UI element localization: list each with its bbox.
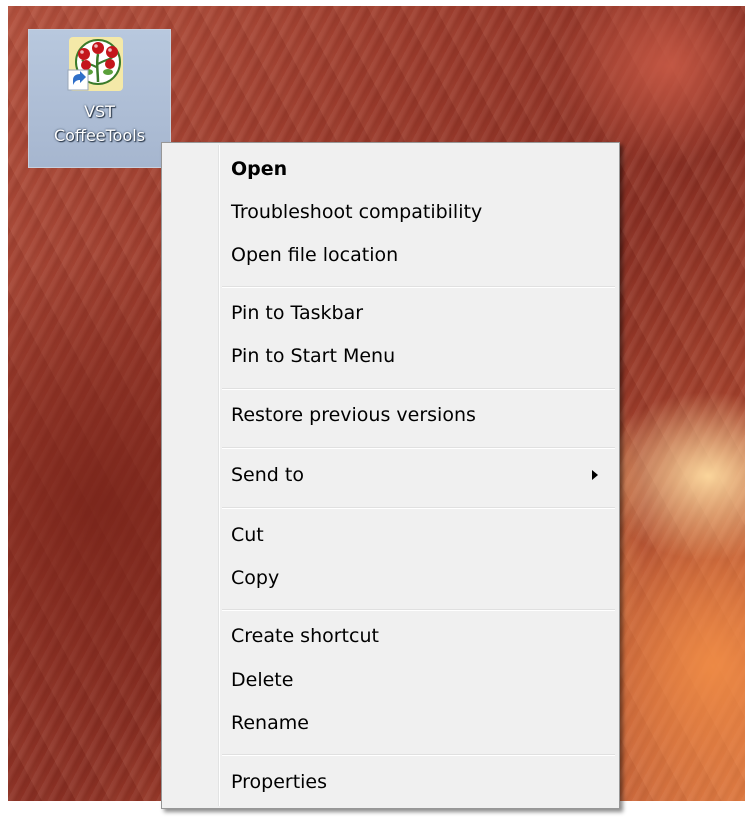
menu-item-copy[interactable]: Copy [165, 558, 616, 598]
shortcut-arrow-icon [67, 69, 89, 91]
menu-item-restore-label: Restore previous versions [231, 404, 476, 426]
menu-item-rename-label: Rename [231, 712, 309, 734]
context-menu: Open Troubleshoot compatibility Open fil… [161, 142, 620, 809]
menu-item-troubleshoot-label: Troubleshoot compatibility [231, 201, 483, 223]
menu-item-pin-start-label: Pin to Start Menu [231, 345, 396, 367]
menu-item-rename[interactable]: Rename [165, 703, 616, 743]
menu-item-send-to[interactable]: Send to [165, 455, 616, 495]
menu-separator [222, 286, 615, 288]
menu-separator [222, 754, 615, 756]
menu-item-create-shortcut-label: Create shortcut [231, 625, 379, 647]
menu-separator [222, 388, 615, 390]
menu-item-open-location-label: Open file location [231, 244, 399, 266]
vst-coffeetools-shortcut-icon [67, 37, 123, 91]
menu-item-copy-label: Copy [231, 567, 280, 589]
menu-item-pin-to-start-menu[interactable]: Pin to Start Menu [165, 336, 616, 376]
menu-separator [222, 609, 615, 611]
menu-item-delete[interactable]: Delete [165, 660, 616, 700]
desktop-shortcut-vst-coffeetools[interactable]: VST CoffeeTools [28, 29, 171, 168]
desktop-icon-caption-line2: CoffeeTools [53, 126, 146, 145]
menu-item-troubleshoot-compatibility[interactable]: Troubleshoot compatibility [165, 192, 616, 232]
menu-item-pin-taskbar-label: Pin to Taskbar [231, 302, 364, 324]
menu-item-delete-label: Delete [231, 669, 294, 691]
menu-item-open-file-location[interactable]: Open file location [165, 235, 616, 275]
menu-item-properties[interactable]: Properties [165, 762, 616, 802]
menu-item-send-to-label: Send to [231, 464, 304, 486]
submenu-arrow-icon [592, 470, 598, 480]
menu-item-restore-previous-versions[interactable]: Restore previous versions [165, 395, 616, 435]
menu-separator [222, 447, 615, 449]
menu-separator [222, 507, 615, 509]
menu-item-open[interactable]: Open [165, 149, 616, 189]
menu-item-open-label: Open [231, 158, 288, 180]
menu-item-cut[interactable]: Cut [165, 515, 616, 555]
menu-item-create-shortcut[interactable]: Create shortcut [165, 616, 616, 656]
desktop-icon-caption-line1: VST [84, 102, 115, 121]
menu-item-pin-to-taskbar[interactable]: Pin to Taskbar [165, 293, 616, 333]
desktop-icon-caption: VST CoffeeTools [29, 100, 170, 148]
menu-item-cut-label: Cut [231, 524, 264, 546]
menu-item-properties-label: Properties [231, 771, 328, 793]
